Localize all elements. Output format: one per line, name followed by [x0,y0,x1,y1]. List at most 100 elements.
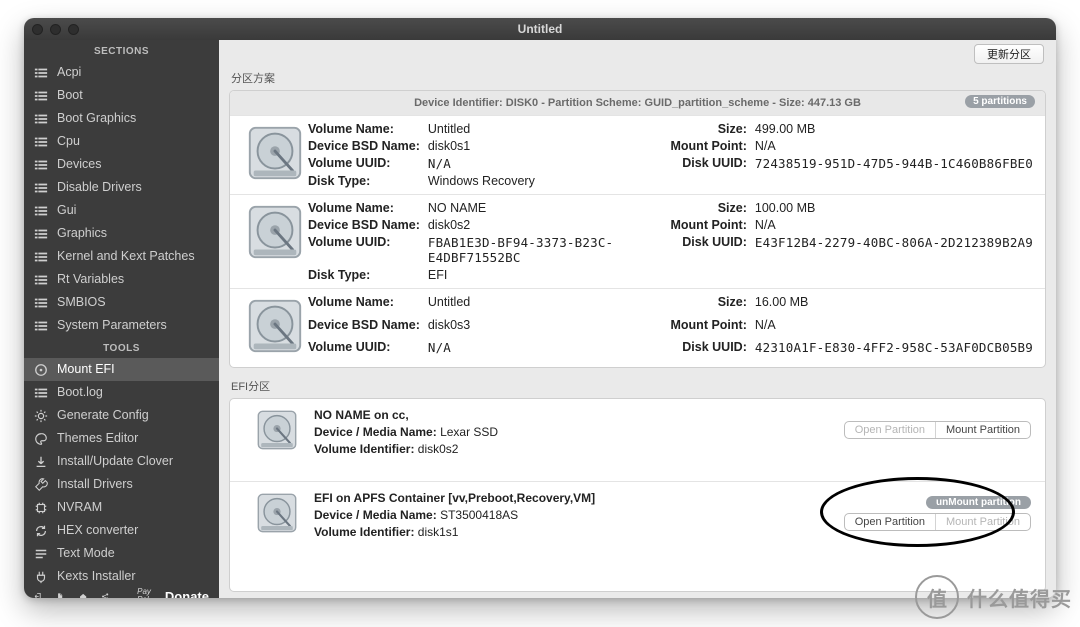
list-icon [34,250,48,264]
partition-row: Volume Name:UntitledSize:16.00 MB Device… [230,288,1045,367]
sidebar-item-system-parameters[interactable]: System Parameters [24,314,219,337]
paypal-label: PayPal [137,588,151,598]
sidebar-item-rt-variables[interactable]: Rt Variables [24,268,219,291]
sidebar-item-label: Devices [57,156,101,173]
plug-icon [34,570,48,584]
label: Volume Name: [308,295,420,315]
sidebar-item-kernel-kext[interactable]: Kernel and Kext Patches [24,245,219,268]
value: E43F12B4-2279-40BC-806A-2D212389B2A9 [755,235,1033,265]
sidebar-item-disable-drivers[interactable]: Disable Drivers [24,176,219,199]
app-window: Untitled SECTIONS Acpi Boot Boot Graphic… [24,18,1056,598]
sidebar-item-label: Mount EFI [57,361,115,378]
sidebar-item-devices[interactable]: Devices [24,153,219,176]
label: Device / Media Name: [314,508,437,522]
value: disk0s2 [428,218,645,232]
partitions-count-badge: 5 partitions [965,95,1035,108]
disk-identifier-text: Device Identifier: DISK0 - Partition Sch… [414,97,861,109]
sidebar-tool-nvram[interactable]: NVRAM [24,496,219,519]
sidebar-item-label: Kexts Installer [57,568,136,585]
list-icon [34,89,48,103]
value: Untitled [428,295,645,315]
wrench-icon [34,478,48,492]
zoom-window-icon[interactable] [68,24,79,35]
chip-icon [34,501,48,515]
sidebar-tool-text-mode[interactable]: Text Mode [24,542,219,565]
exit-icon[interactable] [34,589,42,599]
disk-icon [34,363,48,377]
file-add-icon[interactable] [56,589,64,599]
sidebar-item-smbios[interactable]: SMBIOS [24,291,219,314]
sidebar-tool-generate-config[interactable]: Generate Config [24,404,219,427]
sidebar-tool-install-clover[interactable]: Install/Update Clover [24,450,219,473]
sidebar-item-cpu[interactable]: Cpu [24,130,219,153]
label: Device BSD Name: [308,139,420,153]
mount-partition-button[interactable]: Mount Partition [935,422,1030,438]
partition-row: Volume Name:NO NAMESize:100.00 MB Device… [230,194,1045,288]
sidebar-item-label: Cpu [57,133,80,150]
efi-row: NO NAME on cc, Device / Media Name: Lexa… [230,399,1045,481]
value: N/A [428,156,645,171]
list-icon [34,158,48,172]
value: 100.00 MB [755,201,1033,215]
value: disk0s1 [428,139,645,153]
efi-panel: NO NAME on cc, Device / Media Name: Lexa… [229,398,1046,592]
sidebar-item-label: Kernel and Kext Patches [57,248,195,265]
sidebar-item-label: Generate Config [57,407,149,424]
value: Windows Recovery [428,174,645,188]
open-partition-button[interactable]: Open Partition [845,422,935,438]
download-icon [34,455,48,469]
list-icon [34,181,48,195]
list-icon [34,66,48,80]
main-content: 更新分区 分区方案 Device Identifier: DISK0 - Par… [219,40,1056,598]
sidebar-item-gui[interactable]: Gui [24,199,219,222]
list-icon [34,135,48,149]
update-partitions-button[interactable]: 更新分区 [974,44,1044,64]
sidebar-item-boot-graphics[interactable]: Boot Graphics [24,107,219,130]
efi-title: EFI分区 [219,374,1056,398]
sidebar-item-label: System Parameters [57,317,167,334]
list-icon [34,273,48,287]
window-title: Untitled [518,22,563,36]
sidebar-item-label: HEX converter [57,522,138,539]
label: Disk UUID: [653,340,747,361]
sections-header: SECTIONS [24,40,219,61]
home-icon[interactable] [79,589,87,599]
partitions-panel: Device Identifier: DISK0 - Partition Sch… [229,90,1046,368]
sidebar-item-label: Rt Variables [57,271,124,288]
efi-volume-title: EFI on APFS Container [vv,Preboot,Recove… [314,491,595,505]
sidebar-item-graphics[interactable]: Graphics [24,222,219,245]
value: N/A [755,318,1033,338]
value: disk0s3 [428,318,645,338]
value: 72438519-951D-47D5-944B-1C460B86FBE0 [755,156,1033,171]
sidebar-tool-install-drivers[interactable]: Install Drivers [24,473,219,496]
sidebar-tool-bootlog[interactable]: Boot.log [24,381,219,404]
list-icon [34,227,48,241]
annotation-circle [820,477,1015,547]
sidebar-item-label: NVRAM [57,499,102,516]
sidebar-item-label: Boot.log [57,384,103,401]
sidebar-tool-kexts[interactable]: Kexts Installer [24,565,219,588]
sidebar-tool-hex[interactable]: HEX converter [24,519,219,542]
sidebar-item-label: SMBIOS [57,294,106,311]
sidebar-tool-themes[interactable]: Themes Editor [24,427,219,450]
sidebar: SECTIONS Acpi Boot Boot Graphics Cpu Dev… [24,40,219,598]
harddrive-icon [242,122,308,188]
minimize-window-icon[interactable] [50,24,61,35]
label: Disk Type: [308,268,420,282]
value: N/A [428,340,645,361]
harddrive-icon [242,201,308,267]
partition-row: Volume Name:UntitledSize:499.00 MB Devic… [230,115,1045,194]
close-window-icon[interactable] [32,24,43,35]
value: EFI [428,268,645,282]
share-icon[interactable] [101,589,109,599]
label: Volume Name: [308,122,420,136]
sidebar-item-acpi[interactable]: Acpi [24,61,219,84]
sidebar-item-label: Acpi [57,64,81,81]
efi-volume-title: NO NAME on cc, [314,408,409,422]
sidebar-item-boot[interactable]: Boot [24,84,219,107]
title-bar: Untitled [24,18,1056,40]
donate-button[interactable]: Donate [165,589,209,599]
sidebar-tool-mount-efi[interactable]: Mount EFI [24,358,219,381]
sidebar-item-label: Install/Update Clover [57,453,173,470]
list-icon [34,112,48,126]
